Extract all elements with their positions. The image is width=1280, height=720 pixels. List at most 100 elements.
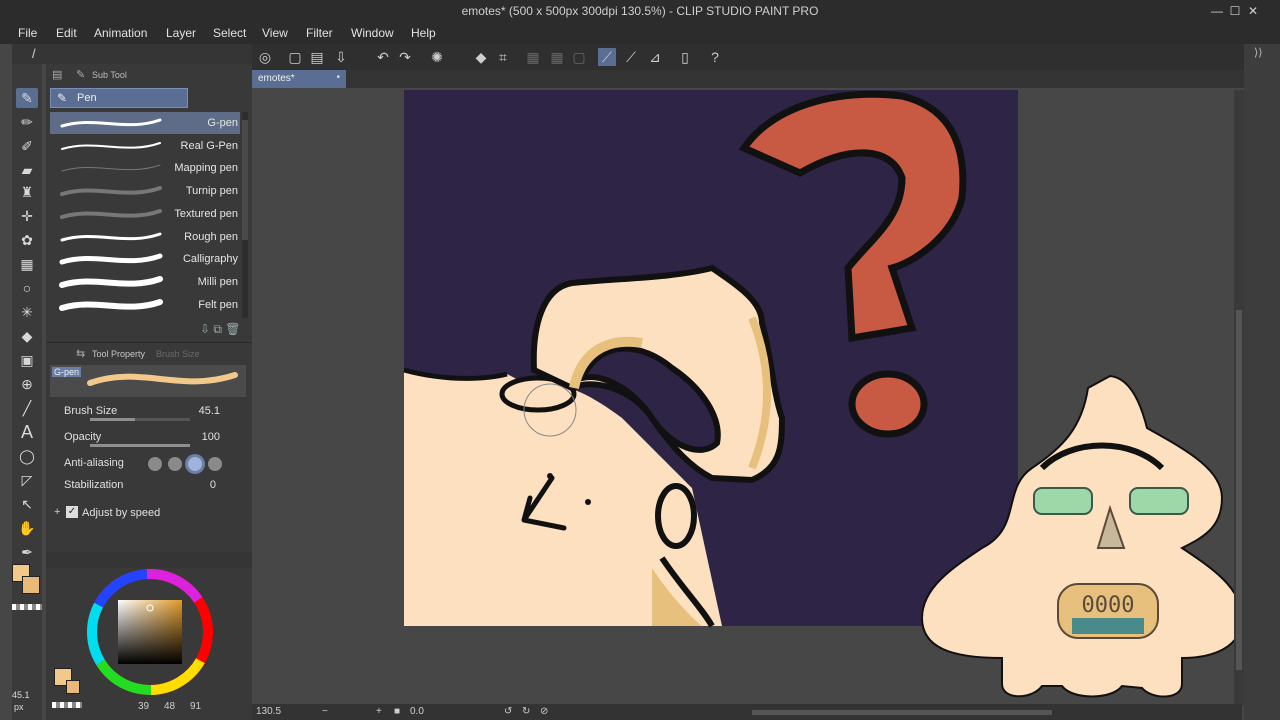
tool-property-label[interactable]: Tool Property [92, 349, 145, 359]
eyedropper-icon[interactable]: ⊕ [16, 374, 38, 394]
brush-item[interactable]: Turnip pen [50, 180, 240, 202]
aa-strong-icon[interactable] [208, 457, 222, 471]
aa-medium-icon[interactable] [188, 457, 202, 471]
menu-filter[interactable]: Filter [306, 26, 333, 40]
reset-rotation-icon[interactable]: ⊘ [540, 706, 548, 717]
app-icon[interactable]: ◎ [256, 48, 274, 66]
close-button[interactable]: ✕ [1244, 2, 1262, 20]
opacity-slider[interactable] [90, 444, 190, 447]
redo-icon[interactable]: ↷ [396, 48, 414, 66]
lasso-tool-icon[interactable]: ○ [16, 278, 38, 298]
menu-help[interactable]: Help [411, 26, 436, 40]
operation-tool-icon[interactable]: ↖ [16, 494, 38, 514]
help-icon[interactable]: ? [706, 48, 724, 66]
brush-item[interactable]: Milli pen [50, 271, 240, 293]
frame-icon[interactable]: ▢ [570, 48, 588, 66]
minimize-button[interactable]: — [1208, 2, 1226, 20]
brush-size-value[interactable]: 45.1 [199, 405, 220, 417]
canvas-drawing[interactable]: 0000 [252, 88, 1242, 704]
maximize-button[interactable]: ☐ [1226, 2, 1244, 20]
eraser-tool-icon[interactable]: ▰ [16, 160, 38, 180]
brush-tool-icon[interactable]: ✐ [16, 136, 38, 156]
magic-wand-icon[interactable]: ✳ [16, 302, 38, 322]
save-icon[interactable]: ⇩ [332, 48, 350, 66]
fit-icon[interactable]: ■ [394, 706, 400, 717]
opacity-value[interactable]: 100 [202, 431, 220, 443]
blend-tool-icon[interactable]: ✿ [16, 230, 38, 250]
scrollbar-thumb[interactable] [242, 120, 248, 240]
menu-view[interactable]: View [262, 26, 288, 40]
rotate-left-icon[interactable]: ↺ [504, 706, 512, 717]
layer-icon[interactable]: ▦ [548, 48, 566, 66]
grid-tool-icon[interactable]: ▦ [16, 254, 38, 274]
pen-tool-icon[interactable]: ✎ [16, 88, 38, 108]
brush-item[interactable]: Real G-Pen [50, 135, 240, 157]
transparent-chip[interactable] [52, 702, 82, 708]
menu-edit[interactable]: Edit [56, 26, 77, 40]
collapse-icon[interactable]: ⟩⟩ [1254, 46, 1263, 59]
add-subtool-icon[interactable]: ⇩ ⧉ 🗑 [200, 322, 241, 337]
new-file-icon[interactable]: ▢ [286, 48, 304, 66]
angle-value[interactable]: 0.0 [410, 706, 424, 717]
fill-icon[interactable]: ◆ [472, 48, 490, 66]
canvas-vertical-scrollbar[interactable] [1234, 90, 1244, 706]
zoom-out-icon[interactable]: − [322, 706, 328, 717]
opacity-row[interactable]: Opacity 100 [50, 427, 246, 449]
open-icon[interactable]: ▤ [308, 48, 326, 66]
undo-icon[interactable]: ↶ [374, 48, 392, 66]
sub-color-swatch[interactable] [22, 576, 40, 594]
ruler-icon[interactable]: ⊿ [646, 48, 664, 66]
stabilization-value[interactable]: 0 [210, 479, 216, 491]
balloon-tool-icon[interactable]: ◯ [16, 446, 38, 466]
adjust-by-speed-row[interactable]: + ✓ Adjust by speed [50, 503, 246, 525]
pencil-tool-icon[interactable]: ✏ [16, 112, 38, 132]
brush-item[interactable]: Calligraphy [50, 248, 240, 270]
sub-color-chip[interactable] [66, 680, 80, 694]
color-wheel[interactable] [46, 568, 252, 718]
text-tool-icon[interactable]: A [16, 422, 38, 442]
brush-size-tab-label[interactable]: Brush Size [156, 349, 200, 359]
frame-tool-icon[interactable]: ◸ [16, 470, 38, 490]
brush-item[interactable]: Felt pen [50, 294, 240, 316]
aa-none-icon[interactable] [148, 457, 162, 471]
brush-size-row[interactable]: Brush Size 45.1 [50, 401, 246, 423]
adjust-by-speed-checkbox[interactable]: ✓ [66, 506, 78, 518]
fill-tool-icon[interactable]: ◆ [16, 326, 38, 346]
transparent-swatch[interactable] [12, 604, 42, 610]
hand-tool-icon[interactable]: ✋ [16, 518, 38, 538]
decoration-tool-icon[interactable]: ♜ [16, 182, 38, 202]
zoom-in-icon[interactable]: + [376, 706, 382, 717]
brush-list-scrollbar[interactable] [242, 112, 248, 318]
menu-animation[interactable]: Animation [94, 26, 147, 40]
brush-size-slider[interactable] [90, 418, 190, 421]
line-tool-icon[interactable]: ╱ [16, 398, 38, 418]
horizontal-scroll-thumb[interactable] [752, 710, 1052, 715]
menu-window[interactable]: Window [351, 26, 394, 40]
rotate-right-icon[interactable]: ↻ [522, 706, 530, 717]
zoom-value[interactable]: 130.5 [256, 706, 281, 717]
deselect-icon[interactable]: ✺ [428, 48, 446, 66]
vertical-scroll-thumb[interactable] [1236, 310, 1242, 670]
transform-icon[interactable]: ⌗ [494, 48, 512, 66]
zoom-tool-icon[interactable]: ✒ [16, 542, 38, 562]
snap-icon[interactable]: ⟋ [598, 48, 616, 66]
gradient-tool-icon[interactable]: ▣ [16, 350, 38, 370]
brush-item[interactable]: Rough pen [50, 226, 240, 248]
brush-item[interactable]: G-pen [50, 112, 240, 134]
stabilization-row[interactable]: Stabilization 0 [50, 475, 246, 497]
aa-weak-icon[interactable] [168, 457, 182, 471]
device-icon[interactable]: ▯ [676, 48, 694, 66]
menu-file[interactable]: File [18, 26, 37, 40]
canvas-area[interactable]: 0000 [252, 88, 1242, 704]
menu-select[interactable]: Select [213, 26, 246, 40]
move-tool-icon[interactable]: ✛ [16, 206, 38, 226]
menu-layer[interactable]: Layer [166, 26, 196, 40]
brush-item[interactable]: Textured pen [50, 203, 240, 225]
close-tab-icon[interactable]: • [336, 72, 340, 83]
pen-group-tab[interactable]: ✎ Pen [50, 88, 188, 108]
grid-icon[interactable]: ▦ [524, 48, 542, 66]
expand-icon[interactable]: + [54, 506, 60, 518]
document-tab[interactable]: emotes* • [252, 70, 346, 88]
snap-special-icon[interactable]: ⟋ [622, 48, 640, 66]
brush-item[interactable]: Mapping pen [50, 157, 240, 179]
